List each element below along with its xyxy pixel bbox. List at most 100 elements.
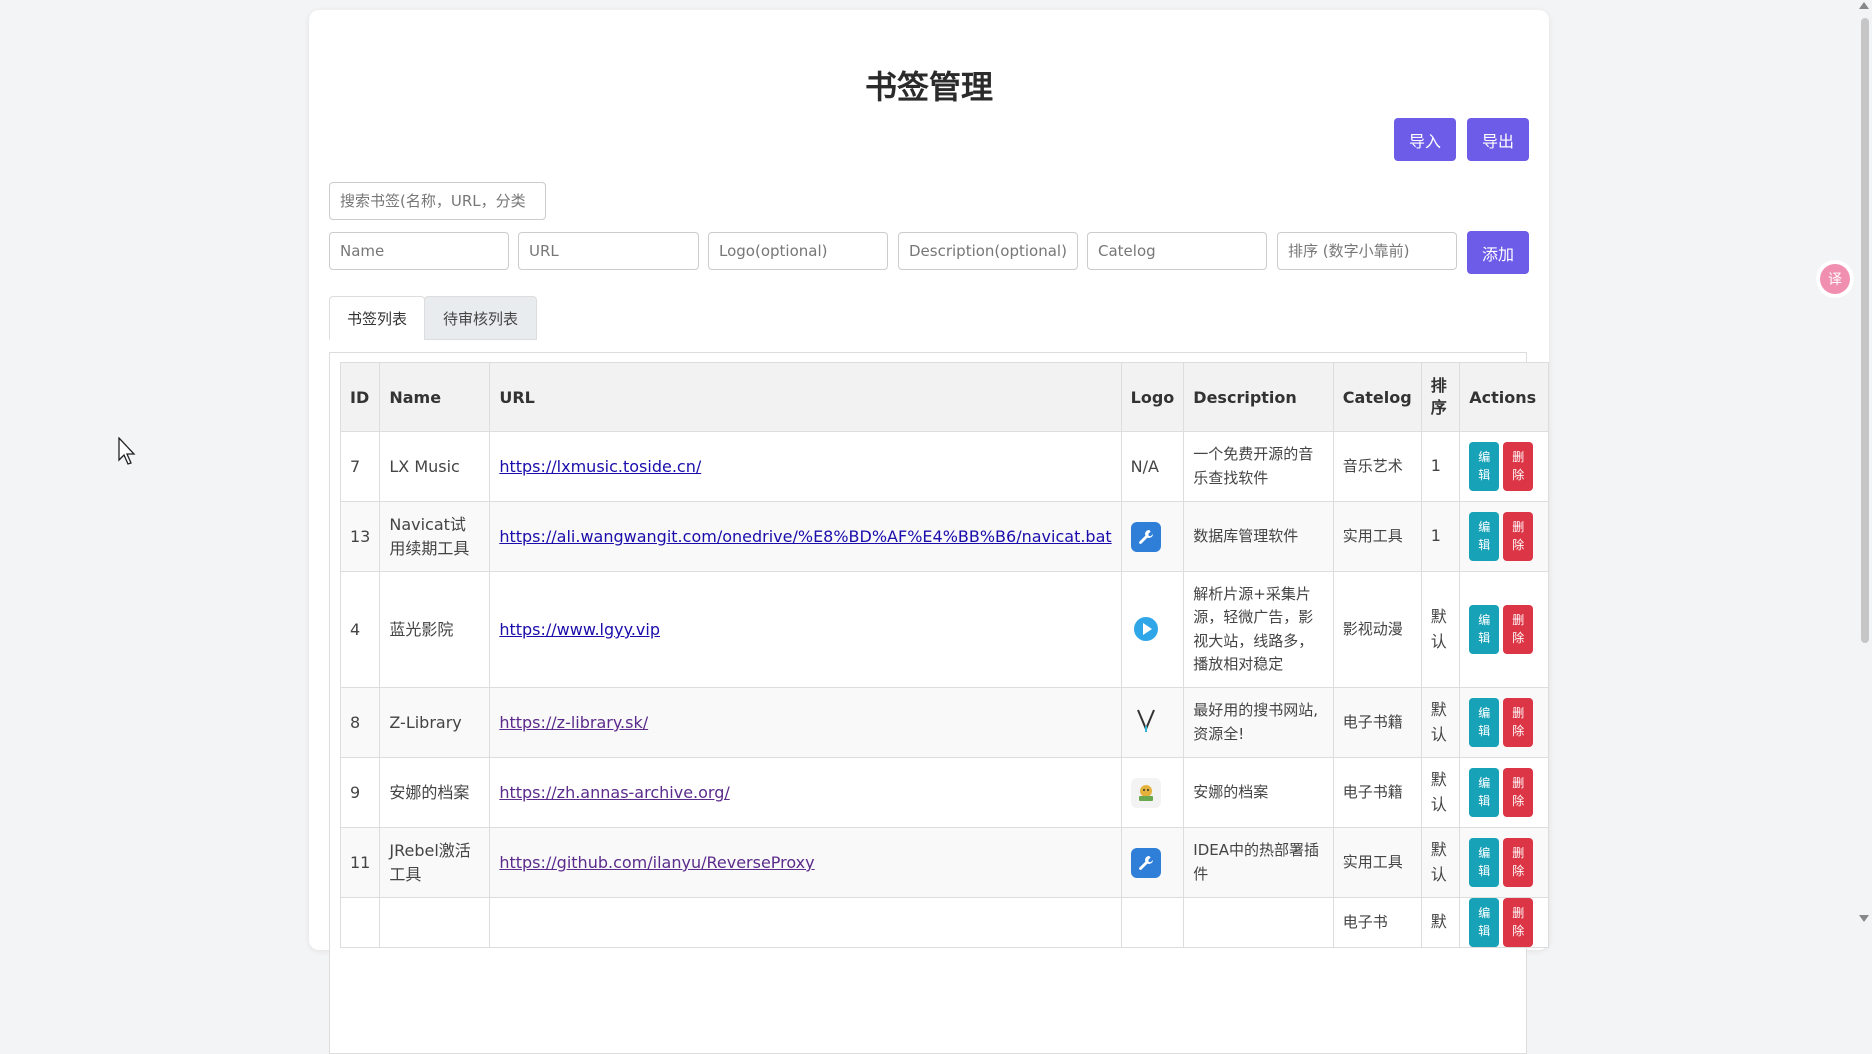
logo-text: N/A	[1130, 457, 1159, 476]
name-field[interactable]	[329, 232, 509, 270]
cell-catelog: 电子书籍	[1332, 757, 1422, 828]
cell-logo	[1120, 501, 1185, 572]
export-button[interactable]: 导出	[1467, 118, 1529, 161]
edit-button[interactable]: 编辑	[1469, 605, 1500, 654]
cell-name: JRebel激活工具	[379, 827, 491, 898]
cell-url: https://lxmusic.toside.cn/	[489, 431, 1122, 502]
header-logo: Logo	[1120, 362, 1185, 432]
mouse-cursor-icon	[118, 437, 136, 465]
logo-field[interactable]	[708, 232, 888, 270]
main-card: 书签管理 导入 导出 添加 书签列表 待审核列表 ID Name URL Log…	[309, 10, 1549, 1054]
wrench-icon	[1130, 847, 1161, 878]
translate-widget-icon[interactable]: 译	[1820, 264, 1850, 294]
cell-description: 一个免费开源的音乐查找软件	[1183, 431, 1334, 502]
edit-button[interactable]: 编辑	[1469, 768, 1500, 817]
scrollbar-thumb[interactable]	[1861, 18, 1869, 643]
tab-bookmark-list[interactable]: 书签列表	[329, 296, 425, 340]
table-header-row: ID Name URL Logo Description Catelog 排序 …	[339, 362, 1549, 432]
delete-button[interactable]: 删除	[1503, 898, 1534, 947]
bookmark-link[interactable]: https://zh.annas-archive.org/	[499, 783, 729, 802]
cell-actions: 编辑删除	[1459, 827, 1549, 898]
cell-id	[339, 897, 381, 948]
annas-icon	[1130, 777, 1161, 808]
cell-catelog: 电子书	[1332, 897, 1422, 948]
table-row: 电子书默编辑删除	[339, 897, 1549, 948]
cell-description	[1183, 897, 1334, 948]
cell-catelog: 电子书籍	[1332, 687, 1422, 758]
cell-catelog: 实用工具	[1332, 501, 1422, 572]
cell-sort: 默认	[1420, 757, 1461, 828]
cell-sort: 1	[1420, 501, 1461, 572]
add-button[interactable]: 添加	[1467, 231, 1529, 274]
cell-actions: 编辑删除	[1459, 897, 1549, 948]
cell-description: IDEA中的热部署插件	[1183, 827, 1334, 898]
cell-url: https://github.com/ilanyu/ReverseProxy	[489, 827, 1122, 898]
scroll-down-arrow-icon[interactable]	[1859, 915, 1869, 922]
delete-button[interactable]: 删除	[1503, 768, 1534, 817]
table-row: 7 LX Music https://lxmusic.toside.cn/N/A 一个…	[339, 431, 1549, 502]
sort-field[interactable]	[1277, 232, 1457, 270]
scroll-up-arrow-icon[interactable]	[1859, 2, 1869, 9]
header-catelog: Catelog	[1332, 362, 1422, 432]
table-row: 13 Navicat试用续期工具 https://ali.wangwangit.co…	[339, 501, 1549, 572]
cell-description: 安娜的档案	[1183, 757, 1334, 828]
bookmark-table: ID Name URL Logo Description Catelog 排序 …	[339, 362, 1549, 948]
edit-button[interactable]: 编辑	[1469, 512, 1500, 561]
cell-description: 解析片源+采集片源，轻微广告，影视大站，线路多，播放相对稳定	[1183, 571, 1334, 688]
description-field[interactable]	[898, 232, 1078, 270]
bookmark-link[interactable]: https://lxmusic.toside.cn/	[499, 457, 701, 476]
cell-id: 9	[339, 757, 381, 828]
cell-name: 蓝光影院	[379, 571, 491, 688]
cell-url: https://ali.wangwangit.com/onedrive/%E8%…	[489, 501, 1122, 572]
table-row: 9 安娜的档案 https://zh.annas-archive.org/安娜的档案…	[339, 757, 1549, 828]
cell-description: 数据库管理软件	[1183, 501, 1334, 572]
url-field[interactable]	[518, 232, 699, 270]
import-button[interactable]: 导入	[1394, 118, 1456, 161]
cell-logo	[1120, 897, 1185, 948]
edit-button[interactable]: 编辑	[1469, 698, 1500, 747]
cell-description: 最好用的搜书网站,资源全!	[1183, 687, 1334, 758]
page-title: 书签管理	[864, 68, 993, 106]
cell-url: https://zh.annas-archive.org/	[489, 757, 1122, 828]
delete-button[interactable]: 删除	[1503, 838, 1534, 887]
catelog-field[interactable]	[1087, 232, 1267, 270]
delete-button[interactable]: 删除	[1503, 698, 1534, 747]
edit-button[interactable]: 编辑	[1469, 442, 1500, 491]
tab-pending-list[interactable]: 待审核列表	[424, 296, 537, 340]
delete-button[interactable]: 删除	[1503, 605, 1534, 654]
header-description: Description	[1183, 362, 1334, 432]
cell-logo	[1120, 687, 1185, 758]
cell-actions: 编辑删除	[1459, 757, 1549, 828]
bookmark-link[interactable]: https://z-library.sk/	[499, 713, 648, 732]
cell-actions: 编辑删除	[1459, 571, 1549, 688]
table-row: 8 Z-Library https://z-library.sk/最好用的搜书网站,…	[339, 687, 1549, 758]
cell-sort: 默认	[1420, 687, 1461, 758]
search-input[interactable]	[329, 182, 546, 220]
delete-button[interactable]: 删除	[1503, 512, 1534, 561]
cell-id: 13	[339, 501, 381, 572]
bookmark-link[interactable]: https://www.lgyy.vip	[499, 620, 660, 639]
header-name: Name	[379, 362, 491, 432]
cell-name: LX Music	[379, 431, 491, 502]
zlib-icon	[1131, 709, 1161, 739]
edit-button[interactable]: 编辑	[1469, 898, 1500, 947]
bookmark-link[interactable]: https://ali.wangwangit.com/onedrive/%E8%…	[499, 527, 1111, 546]
bookmark-link[interactable]: https://github.com/ilanyu/ReverseProxy	[499, 853, 814, 872]
header-url: URL	[489, 362, 1122, 432]
header-actions: Actions	[1459, 362, 1549, 432]
delete-button[interactable]: 删除	[1503, 442, 1534, 491]
cell-sort: 1	[1420, 431, 1461, 502]
cell-sort: 默认	[1420, 827, 1461, 898]
edit-button[interactable]: 编辑	[1469, 838, 1500, 887]
cell-actions: 编辑删除	[1459, 687, 1549, 758]
cell-name	[379, 897, 491, 948]
cell-catelog: 实用工具	[1332, 827, 1422, 898]
cell-sort: 默	[1420, 897, 1461, 948]
cell-name: Navicat试用续期工具	[379, 501, 491, 572]
cell-actions: 编辑删除	[1459, 431, 1549, 502]
cell-catelog: 音乐艺术	[1332, 431, 1422, 502]
cell-id: 7	[339, 431, 381, 502]
header-id: ID	[339, 362, 381, 432]
header-sort: 排序	[1420, 362, 1461, 432]
cell-actions: 编辑删除	[1459, 501, 1549, 572]
